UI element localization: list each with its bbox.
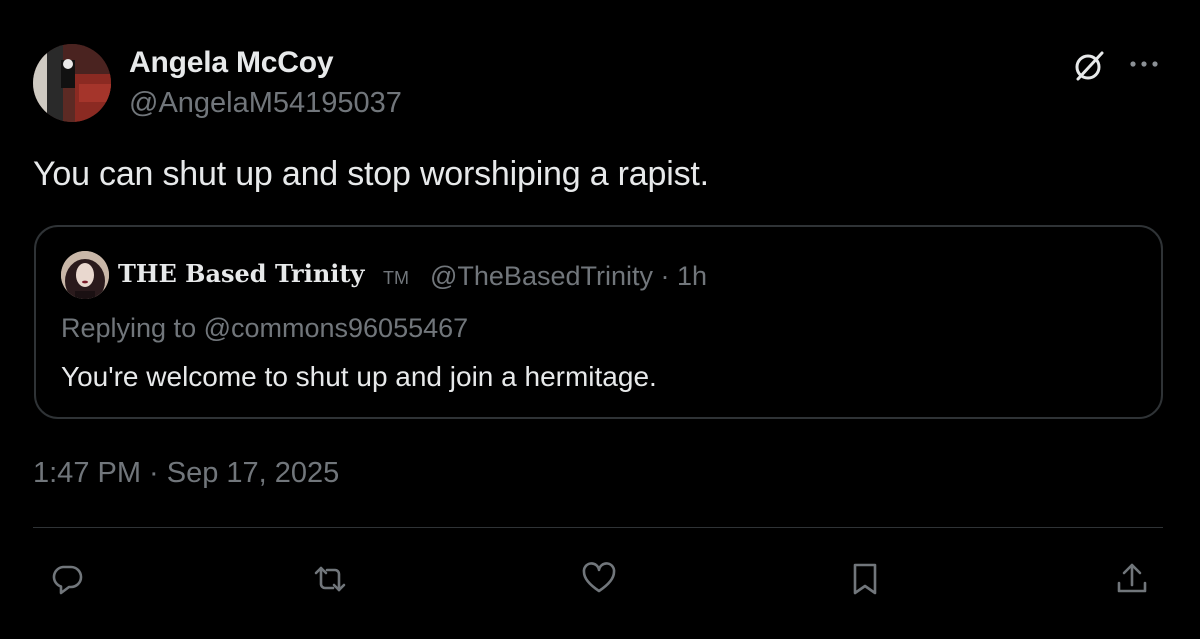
reply-button[interactable]	[47, 559, 87, 599]
divider	[33, 527, 1163, 528]
quoted-replying-to: Replying to @commons96055467	[61, 313, 469, 343]
like-icon	[582, 562, 616, 593]
repost-icon	[314, 566, 346, 592]
quoted-trademark: TM	[383, 268, 409, 288]
quoted-author-name[interactable]: THE Based Trinity	[118, 259, 364, 288]
author-handle[interactable]: @AngelaM54195037	[129, 87, 402, 120]
quoted-avatar[interactable]	[61, 251, 109, 299]
repost-button[interactable]	[310, 559, 350, 599]
tweet: Angela McCoy @AngelaM54195037 You can sh…	[0, 0, 1200, 639]
quoted-handle-time[interactable]: @TheBasedTrinity · 1h	[430, 261, 707, 292]
bookmark-icon	[853, 563, 877, 595]
reply-icon	[52, 565, 83, 595]
share-icon	[1117, 563, 1147, 593]
more-icon[interactable]	[1127, 50, 1161, 78]
share-button[interactable]	[1112, 559, 1152, 599]
quoted-text: You're welcome to shut up and join a her…	[61, 361, 657, 392]
grok-icon[interactable]	[1071, 48, 1107, 84]
author-name[interactable]: Angela McCoy	[129, 46, 334, 80]
tweet-text: You can shut up and stop worshiping a ra…	[33, 155, 709, 193]
author-avatar[interactable]	[33, 44, 111, 122]
like-button[interactable]	[579, 559, 619, 599]
timestamp[interactable]: 1:47 PM · Sep 17, 2025	[33, 457, 339, 490]
quoted-tweet[interactable]: THE Based Trinity TM @TheBasedTrinity · …	[34, 225, 1163, 419]
bookmark-button[interactable]	[845, 559, 885, 599]
